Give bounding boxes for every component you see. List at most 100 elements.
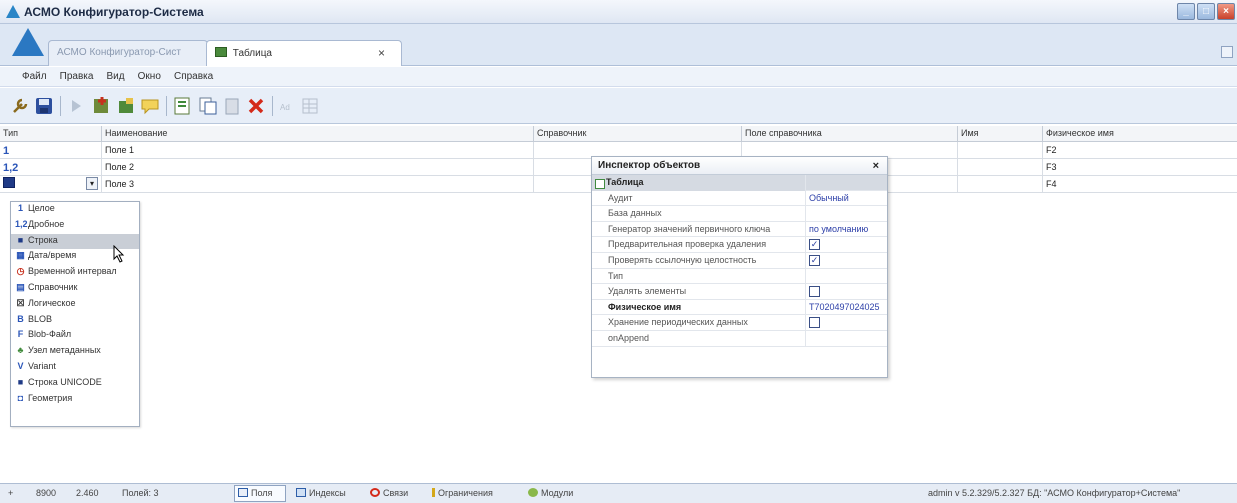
inspector-row-periodic-data[interactable]: Хранение периодических данных xyxy=(592,315,887,331)
save-icon[interactable] xyxy=(34,96,54,116)
column-header-id[interactable]: Имя xyxy=(957,126,1042,142)
prop-value[interactable] xyxy=(807,315,887,331)
type-option-boolean[interactable]: ☒ Логическое xyxy=(11,297,139,313)
toolbar-separator xyxy=(272,96,273,116)
edit-field-icon[interactable] xyxy=(116,96,136,116)
modules-icon xyxy=(528,488,538,497)
rename-icon[interactable]: Ad xyxy=(278,96,298,116)
column-header-type[interactable]: Тип xyxy=(0,126,101,142)
tab-label: Связи xyxy=(383,488,409,498)
inspector-row-type[interactable]: Тип xyxy=(592,268,887,285)
type-option-geometry[interactable]: ◘ Геометрия xyxy=(11,392,139,408)
object-inspector-panel: Инспектор объектов × Таблица Аудит Обычн… xyxy=(591,156,888,378)
status-version: 2.460 xyxy=(76,488,99,498)
inspector-row-ref-integrity[interactable]: Проверять ссылочную целостность ✓ xyxy=(592,252,887,269)
close-window-button[interactable]: × xyxy=(1217,3,1235,20)
name-cell[interactable]: Поле 3 xyxy=(101,176,533,193)
type-option-integer[interactable]: 1 Целое xyxy=(11,202,139,218)
column-header-physical-name[interactable]: Физическое имя xyxy=(1042,126,1237,142)
type-option-unicode-string[interactable]: ■ Строка UNICODE xyxy=(11,376,139,392)
column-header-reference[interactable]: Справочник xyxy=(533,126,741,142)
type-cell-editor[interactable]: ▾ xyxy=(0,176,101,193)
menu-help[interactable]: Справка xyxy=(174,67,213,82)
grid-icon[interactable] xyxy=(300,96,320,116)
constraints-icon xyxy=(432,488,435,497)
tab-table[interactable]: Таблица × xyxy=(206,40,402,66)
type-option-blob[interactable]: B BLOB xyxy=(11,313,139,329)
prop-value[interactable]: по умолчанию xyxy=(807,222,887,238)
type-option-decimal[interactable]: 1,2Дробное xyxy=(11,218,139,234)
prop-value[interactable] xyxy=(807,331,887,347)
prop-value[interactable]: T7020497024025 xyxy=(807,300,887,316)
column-header-name[interactable]: Наименование xyxy=(101,126,533,142)
restore-icon[interactable] xyxy=(1221,46,1233,58)
type-cell[interactable]: 1 xyxy=(0,142,101,159)
delete-elements-checkbox[interactable] xyxy=(809,286,820,298)
physical-name-cell[interactable]: F3 xyxy=(1042,159,1237,176)
inspector-row-pre-delete-check[interactable]: Предварительная проверка удаления ✓ xyxy=(592,237,887,253)
maximize-button[interactable]: □ xyxy=(1197,3,1215,20)
status-tab-constraints[interactable]: Ограничения xyxy=(432,488,493,498)
status-bar: + 8900 2.460 Полей: 3 Поля Индексы Связи… xyxy=(0,483,1237,503)
option-label: BLOB xyxy=(28,313,53,324)
minimize-button[interactable]: _ xyxy=(1177,3,1195,20)
close-inspector-icon[interactable]: × xyxy=(873,160,879,172)
prop-value[interactable] xyxy=(807,269,887,285)
table-icon xyxy=(215,47,227,57)
prop-value[interactable]: Обычный xyxy=(807,191,887,207)
column-header-reference-field[interactable]: Поле справочника xyxy=(741,126,957,142)
name-cell[interactable]: Поле 1 xyxy=(101,142,533,159)
prop-label: Физическое имя xyxy=(592,299,806,316)
close-tab-icon[interactable]: × xyxy=(378,46,385,60)
prop-label: Аудит xyxy=(592,190,806,207)
type-cell[interactable]: 1,2 xyxy=(0,159,101,176)
name-cell[interactable]: Поле 2 xyxy=(101,159,533,176)
add-field-icon[interactable] xyxy=(92,96,112,116)
id-cell[interactable] xyxy=(957,142,1042,159)
type-option-reference[interactable]: ▤ Справочник xyxy=(11,281,139,297)
pre-delete-check-checkbox[interactable]: ✓ xyxy=(809,239,820,251)
status-tab-indexes[interactable]: Индексы xyxy=(296,488,346,498)
type-option-variant[interactable]: V Variant xyxy=(11,360,139,376)
prop-value[interactable] xyxy=(807,284,887,300)
inspector-category-row[interactable]: Таблица xyxy=(592,175,887,191)
inspector-row-delete-elements[interactable]: Удалять элементы xyxy=(592,284,887,300)
dropdown-arrow-icon[interactable]: ▾ xyxy=(86,177,98,190)
id-cell[interactable] xyxy=(957,176,1042,193)
inspector-row-onappend[interactable]: onAppend xyxy=(592,330,887,347)
properties-icon[interactable] xyxy=(172,96,192,116)
delete-icon[interactable] xyxy=(246,96,266,116)
status-tab-modules[interactable]: Модули xyxy=(528,488,573,498)
physical-name-cell[interactable]: F4 xyxy=(1042,176,1237,193)
id-cell[interactable] xyxy=(957,159,1042,176)
ref-integrity-checkbox[interactable]: ✓ xyxy=(809,254,820,266)
physical-name-cell[interactable]: F2 xyxy=(1042,142,1237,159)
type-option-blob-file[interactable]: F Blob-Файл xyxy=(11,328,139,344)
wrench-icon[interactable] xyxy=(10,96,30,116)
paste-icon[interactable] xyxy=(222,96,242,116)
periodic-data-checkbox[interactable] xyxy=(809,317,820,329)
app-logo-icon xyxy=(6,5,20,18)
copy-icon[interactable] xyxy=(198,96,218,116)
comment-icon[interactable] xyxy=(140,96,160,116)
prop-value[interactable] xyxy=(807,206,887,222)
menu-view[interactable]: Вид xyxy=(107,67,125,82)
inspector-row-database[interactable]: База данных xyxy=(592,206,887,222)
tab-configurator[interactable]: АСМО Конфигуратор-Сист xyxy=(48,40,208,66)
status-tab-fields[interactable]: Поля xyxy=(238,488,272,498)
prop-value[interactable]: ✓ xyxy=(807,237,887,253)
type-option-metadata-node[interactable]: ♣ Узел метаданных xyxy=(11,344,139,360)
inspector-row-pk-generator[interactable]: Генератор значений первичного ключа по у… xyxy=(592,221,887,238)
integer-type-icon: 1 xyxy=(3,145,10,157)
menu-edit[interactable]: Правка xyxy=(60,67,94,82)
inspector-row-audit[interactable]: Аудит Обычный xyxy=(592,190,887,207)
type-option-interval[interactable]: ◷ Временной интервал xyxy=(11,265,139,281)
tab-label: Ограничения xyxy=(438,488,493,498)
prop-value[interactable]: ✓ xyxy=(807,253,887,269)
menu-file[interactable]: Файл xyxy=(22,67,47,82)
menu-window[interactable]: Окно xyxy=(138,67,161,82)
play-icon[interactable] xyxy=(66,96,86,116)
status-tab-links[interactable]: Связи xyxy=(370,488,408,498)
inspector-row-physical-name[interactable]: Физическое имя T7020497024025 xyxy=(592,299,887,316)
checkbox-icon: ☒ xyxy=(16,297,25,308)
